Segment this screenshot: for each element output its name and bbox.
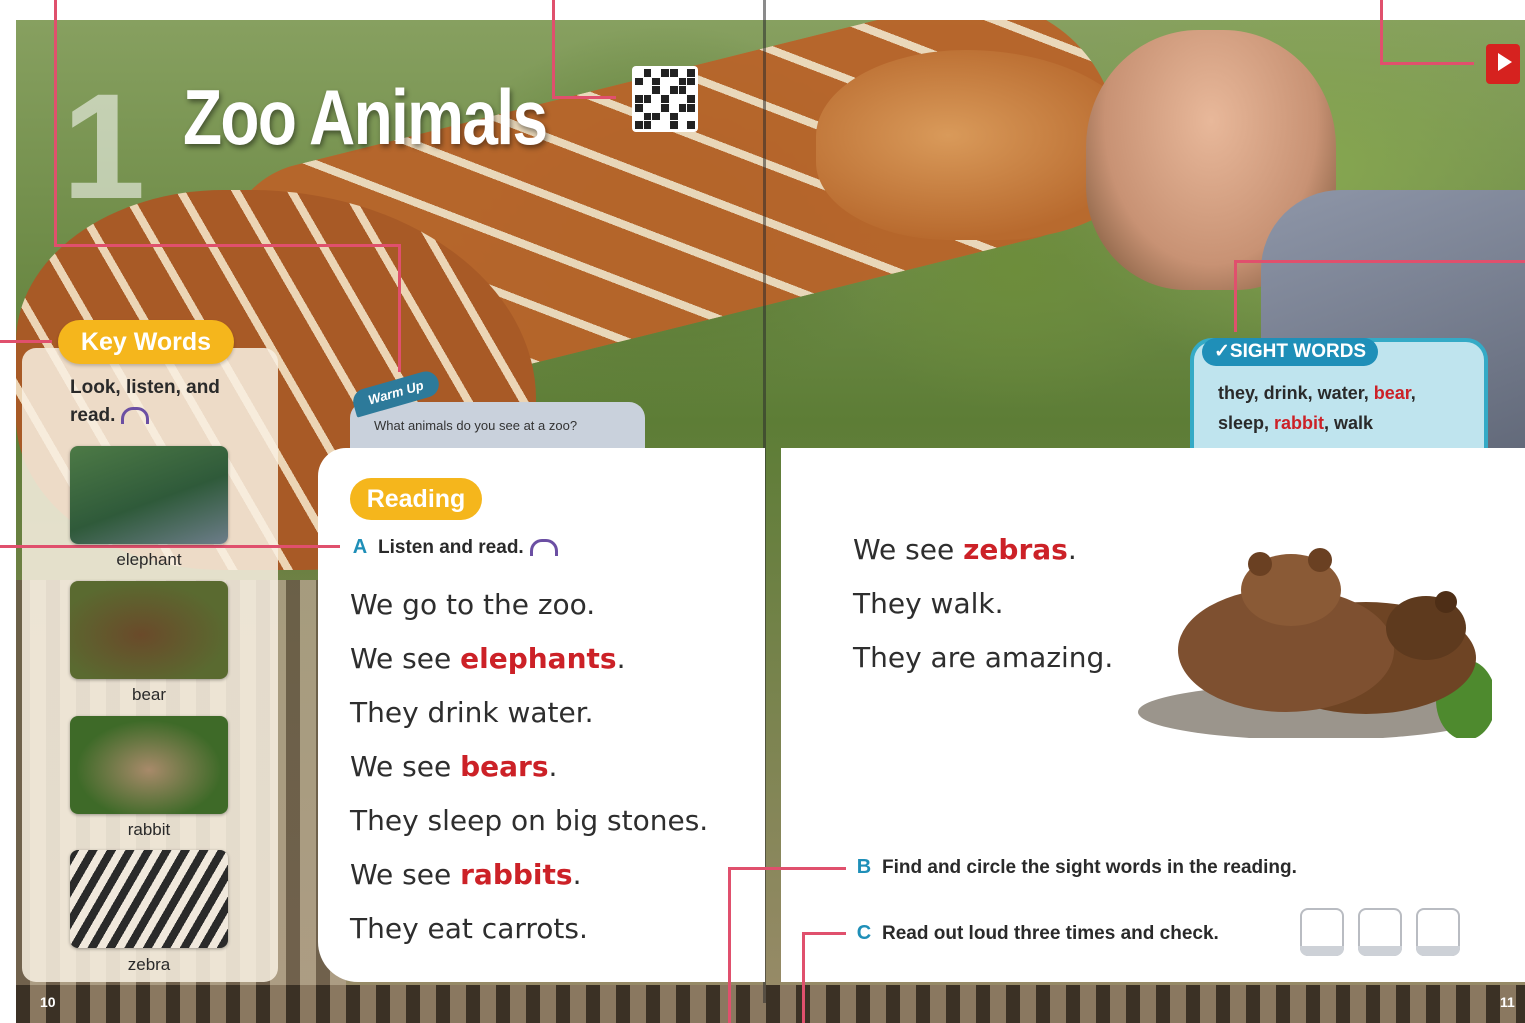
bear-ear (1248, 552, 1272, 576)
bears-sleeping-photo (1138, 548, 1492, 738)
page-title: Zoo Animals (183, 73, 548, 161)
passage-line: We see rabbits. (350, 858, 582, 891)
passage-line: We see zebras. (853, 533, 1077, 566)
key-word-highlight: elephants (460, 642, 617, 675)
reading-heading: Reading (350, 478, 482, 520)
key-words-heading: Key Words (58, 320, 234, 364)
callout-line (0, 340, 52, 343)
unit-number: 1 (62, 62, 146, 230)
callout-line (398, 244, 401, 372)
bear-ear (1308, 548, 1332, 572)
key-word-highlight: rabbits (460, 858, 573, 891)
key-word-label: elephant (116, 550, 182, 569)
step-c: C Read out loud three times and check. (854, 922, 1219, 945)
key-word-highlight: bears (460, 750, 549, 783)
key-word-label: zebra (127, 955, 171, 974)
key-word-label: rabbit (127, 820, 171, 839)
sight-words-list: they, drink, water, bear, sleep, rabbit,… (1218, 383, 1416, 433)
elephant-photo (70, 446, 228, 544)
warm-up-question: What animals do you see at a zoo? (374, 418, 578, 433)
passage-line: They eat carrots. (350, 912, 588, 945)
passage-line: They drink water. (350, 696, 594, 729)
passage-line: We see bears. (350, 750, 558, 783)
step-b: B Find and circle the sight words in the … (854, 856, 1297, 879)
callout-line (0, 545, 340, 548)
callout-line (802, 932, 846, 935)
passage-line: They walk. (853, 587, 1004, 620)
callout-line (54, 244, 400, 247)
zebra-photo (70, 850, 228, 948)
callout-line (1234, 260, 1525, 263)
passage-line: We go to the zoo. (350, 588, 596, 621)
audio-icon[interactable] (121, 407, 150, 425)
bear-ear (1435, 591, 1457, 613)
callout-line (728, 867, 846, 870)
passage-line: We see elephants. (350, 642, 626, 675)
qr-code-icon[interactable] (632, 66, 698, 132)
passage-line: They are amazing. (853, 641, 1114, 674)
callout-line (1380, 62, 1474, 65)
callout-line (54, 0, 57, 246)
passage-line: They sleep on big stones. (350, 804, 709, 837)
step-a-letter: A (352, 536, 368, 558)
callout-line (1380, 0, 1383, 64)
video-play-icon[interactable] (1486, 44, 1520, 84)
bear-photo (70, 581, 228, 679)
step-b-letter: B (856, 856, 872, 878)
key-word-label: bear (131, 685, 167, 704)
key-word-highlight: zebras (963, 533, 1068, 566)
callout-line (1234, 260, 1237, 332)
page-number-left: 10 (40, 994, 56, 1010)
bottom-photo-strip (16, 985, 1525, 1023)
key-words-instruction: Look, listen, and read. (70, 377, 220, 426)
callout-line (728, 867, 731, 1023)
audio-icon[interactable] (529, 539, 558, 557)
step-c-letter: C (856, 922, 872, 944)
rabbit-photo (70, 716, 228, 814)
sight-words-heading: ✓SIGHT WORDS (1202, 338, 1379, 366)
check-box-1[interactable] (1300, 908, 1344, 956)
check-box-3[interactable] (1416, 908, 1460, 956)
check-box-2[interactable] (1358, 908, 1402, 956)
callout-line (552, 0, 555, 98)
page-number-right: 11 (1500, 994, 1515, 1010)
step-a: A Listen and read. (350, 536, 558, 559)
callout-line (552, 96, 616, 99)
callout-line (802, 932, 805, 1023)
